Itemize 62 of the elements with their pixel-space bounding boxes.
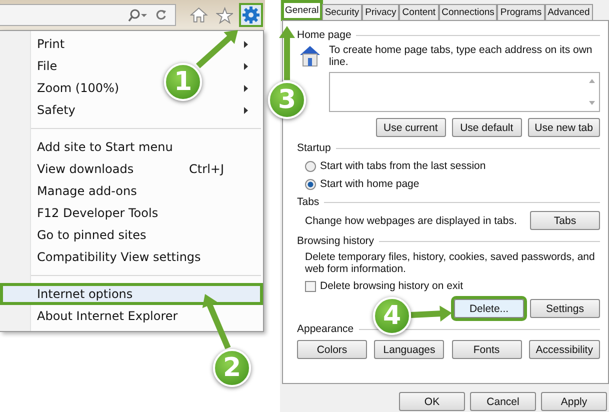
refresh-icon[interactable] bbox=[155, 9, 168, 21]
dialog-button[interactable]: Colors bbox=[297, 340, 367, 359]
home-icon[interactable] bbox=[190, 7, 208, 23]
menu-item[interactable]: Print bbox=[37, 37, 65, 51]
group-title: Startup bbox=[297, 142, 331, 154]
home-page-field[interactable] bbox=[329, 72, 600, 112]
step-number-badge: 2 bbox=[213, 349, 251, 387]
search-icon[interactable] bbox=[127, 8, 150, 22]
menu-item[interactable]: Add site to Start menu bbox=[37, 140, 173, 154]
group-title: Tabs bbox=[297, 196, 320, 208]
tabs-description: Change how webpages are displayed in tabs. bbox=[305, 214, 517, 226]
checkbox[interactable] bbox=[305, 280, 316, 292]
radio-label: Start with tabs from the last session bbox=[320, 160, 486, 172]
tab[interactable]: Content bbox=[399, 4, 439, 20]
dialog-button[interactable]: Tabs bbox=[530, 211, 600, 230]
dialog-button[interactable]: Settings bbox=[530, 299, 600, 318]
radio-label: Start with home page bbox=[320, 178, 420, 190]
dialog-button[interactable]: Use default bbox=[452, 118, 522, 137]
dialog-button[interactable]: Languages bbox=[374, 340, 444, 359]
group-title: Appearance bbox=[297, 323, 354, 335]
radio-button[interactable] bbox=[305, 178, 316, 190]
star-icon[interactable] bbox=[216, 6, 234, 24]
browsing-history-description: Delete temporary files, history, cookies, saved passwords, and web form information. bbox=[305, 251, 596, 275]
menu-item[interactable]: File bbox=[37, 59, 58, 73]
callout-arrow bbox=[410, 306, 452, 322]
callout-arrow bbox=[202, 294, 231, 350]
scroll-up-icon[interactable] bbox=[589, 79, 595, 83]
menu-item[interactable]: Internet options bbox=[0, 283, 263, 305]
menu-item[interactable]: View downloads bbox=[37, 162, 134, 176]
callout-arrow bbox=[279, 26, 295, 80]
dialog-button[interactable]: Accessibility bbox=[528, 340, 600, 359]
dialog-button[interactable]: OK bbox=[399, 392, 465, 411]
tab[interactable]: Connections bbox=[438, 4, 498, 20]
dialog-button[interactable]: Cancel bbox=[470, 392, 536, 411]
step-number-badge: 3 bbox=[268, 81, 306, 119]
menu-item[interactable]: Compatibility View settings bbox=[37, 250, 201, 264]
checkbox-label: Delete browsing history on exit bbox=[320, 280, 463, 292]
dialog-button[interactable]: Delete... bbox=[454, 299, 524, 318]
tab[interactable]: General bbox=[282, 1, 322, 20]
tab[interactable]: Advanced bbox=[544, 4, 593, 20]
tab[interactable]: Privacy bbox=[362, 4, 400, 20]
scroll-down-icon[interactable] bbox=[589, 101, 595, 105]
address-bar[interactable] bbox=[0, 4, 176, 26]
dialog-button[interactable]: Use new tab bbox=[528, 118, 600, 137]
group-title: Browsing history bbox=[297, 235, 374, 247]
tab[interactable]: Security bbox=[322, 4, 362, 20]
radio-button[interactable] bbox=[305, 160, 316, 172]
menu-item[interactable]: Manage add-ons bbox=[37, 184, 137, 198]
settings-button[interactable] bbox=[239, 3, 264, 27]
menu-item[interactable]: Go to pinned sites bbox=[37, 228, 146, 242]
dialog-button[interactable]: Fonts bbox=[452, 340, 522, 359]
menu-item[interactable]: About Internet Explorer bbox=[37, 309, 178, 323]
dialog-button[interactable]: Use current bbox=[376, 118, 446, 137]
group-title: Home page bbox=[297, 29, 352, 41]
callout-arrow bbox=[196, 30, 238, 68]
shortcut-text: Ctrl+J bbox=[189, 162, 224, 176]
menu-item[interactable]: Safety bbox=[37, 103, 76, 117]
dialog-button[interactable]: Apply bbox=[541, 392, 607, 411]
tab[interactable]: Programs bbox=[497, 4, 545, 20]
menu-item[interactable]: F12 Developer Tools bbox=[37, 206, 158, 220]
menu-item[interactable]: Zoom (100%) bbox=[37, 81, 120, 95]
home-page-instructions: To create home page tabs, type each address on its own line. bbox=[329, 44, 594, 68]
